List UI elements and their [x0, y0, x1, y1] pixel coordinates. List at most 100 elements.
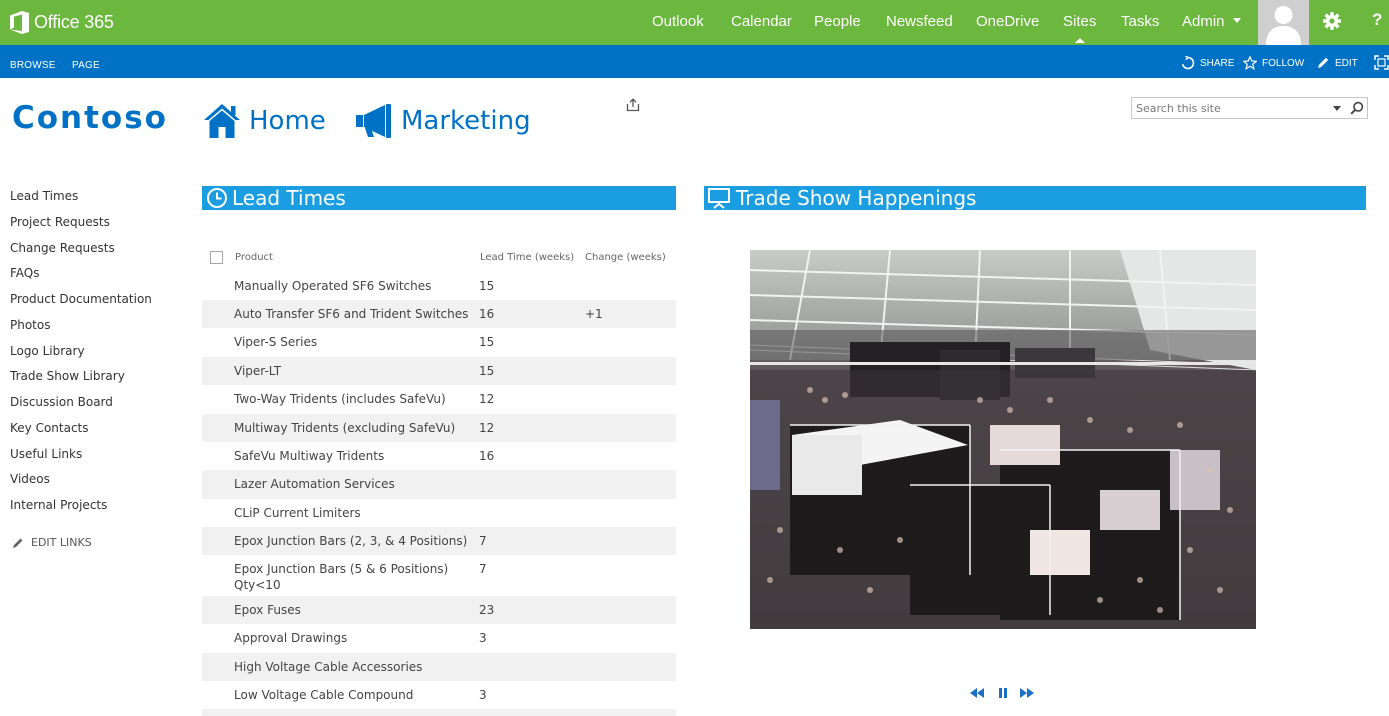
avatar[interactable]	[1258, 0, 1309, 45]
table-row[interactable]: High Voltage Cable Accessories	[202, 653, 676, 681]
presentation-icon	[708, 188, 730, 209]
table-row[interactable]: Epox Fuses 23	[202, 596, 676, 624]
table-row[interactable]: Multiway Tridents (excluding SafeVu) 12	[202, 414, 676, 442]
lead-times-title-bar: Lead Times	[202, 186, 676, 210]
top-nav-home-label: Home	[249, 106, 326, 136]
product-cell: Manually Operated SF6 Switches	[234, 279, 432, 293]
pause-icon[interactable]	[997, 686, 1009, 700]
quick-launch-useful-links[interactable]: Useful Links	[10, 447, 82, 461]
quick-launch-trade-show-library[interactable]: Trade Show Library	[10, 369, 125, 383]
product-cell: Epox Fuses	[234, 603, 301, 617]
chevron-down-icon[interactable]	[1333, 106, 1341, 111]
site-logo[interactable]: Contoso	[12, 100, 168, 136]
slideshow-controls	[969, 686, 1037, 702]
lead-time-cell: 7	[479, 534, 487, 548]
quick-launch-logo-library[interactable]: Logo Library	[10, 344, 85, 358]
table-row[interactable]: Approval Drawings 3	[202, 624, 676, 653]
quick-launch-project-requests[interactable]: Project Requests	[10, 215, 110, 229]
suite-link-tasks[interactable]: Tasks	[1121, 13, 1159, 30]
column-header-lead-time[interactable]: Lead Time (weeks)	[480, 252, 574, 263]
search-icon[interactable]	[1350, 101, 1364, 115]
person-icon	[1266, 6, 1301, 45]
lead-time-cell: 3	[479, 688, 487, 702]
quick-launch-discussion-board[interactable]: Discussion Board	[10, 395, 113, 409]
product-cell: Two-Way Tridents (includes SafeVu)	[234, 392, 446, 406]
quick-launch-change-requests[interactable]: Change Requests	[10, 241, 115, 255]
previous-icon[interactable]	[969, 686, 985, 700]
table-row[interactable]: SafeVu Multiway Tridents 16	[202, 442, 676, 470]
help-icon[interactable]: ?	[1372, 10, 1382, 30]
lead-time-cell: 15	[479, 335, 495, 349]
suite-link-outlook[interactable]: Outlook	[652, 13, 704, 30]
table-row[interactable]: Viper-S Series 15	[202, 328, 676, 357]
share-page-icon[interactable]	[626, 98, 640, 112]
product-cell: Low Voltage Cable Compound	[234, 688, 414, 702]
search-input[interactable]	[1136, 100, 1326, 116]
next-icon[interactable]	[1019, 686, 1035, 700]
lead-time-cell: 12	[479, 421, 495, 435]
follow-button[interactable]: FOLLOW	[1243, 56, 1304, 70]
product-cell: Lazer Automation Services	[234, 477, 395, 491]
top-nav-home[interactable]: Home	[203, 101, 326, 141]
suite-link-calendar[interactable]: Calendar	[731, 13, 792, 30]
pencil-icon	[13, 538, 23, 548]
quick-launch-product-documentation[interactable]: Product Documentation	[10, 292, 152, 306]
select-all-checkbox[interactable]	[210, 251, 223, 264]
table-row[interactable]: Epox Junction Bars (5 & 6 Positions) Qty…	[202, 555, 676, 596]
lead-time-cell: 12	[479, 392, 495, 406]
lead-time-cell: 16	[479, 307, 495, 321]
follow-label: FOLLOW	[1262, 57, 1305, 69]
edit-links-button[interactable]: EDIT LINKS	[12, 536, 92, 549]
product-cell: CLiP Current Limiters	[234, 506, 361, 520]
gear-icon[interactable]	[1322, 11, 1342, 31]
top-nav-marketing-label: Marketing	[401, 106, 531, 136]
focus-on-content-icon[interactable]	[1374, 55, 1389, 70]
table-row[interactable]: Auto Transfer SF6 and Trident Switches 1…	[202, 300, 676, 328]
search-box	[1131, 97, 1368, 119]
quick-launch-photos[interactable]: Photos	[10, 318, 50, 332]
table-row[interactable]: Manually Operated SF6 Switches 15	[202, 272, 676, 300]
quick-launch-faqs[interactable]: FAQs	[10, 266, 40, 280]
tab-page[interactable]: PAGE	[72, 60, 100, 71]
column-header-change[interactable]: Change (weeks)	[585, 252, 666, 263]
suite-link-onedrive[interactable]: OneDrive	[976, 13, 1039, 30]
table-row[interactable]: Viper-LT 15	[202, 357, 676, 385]
suite-link-admin[interactable]: Admin	[1182, 13, 1241, 30]
product-cell: Epox Junction Bars (5 & 6 Positions) Qty…	[234, 562, 449, 592]
product-cell: SafeVu Multiway Tridents	[234, 449, 385, 463]
quick-launch-videos[interactable]: Videos	[10, 472, 50, 486]
suite-link-newsfeed[interactable]: Newsfeed	[886, 13, 953, 30]
table-row[interactable]: Low Voltage Cable Compound 3	[202, 681, 676, 709]
table-row[interactable]: Lazer Automation Services	[202, 470, 676, 499]
top-nav-marketing[interactable]: Marketing	[355, 101, 531, 141]
lead-times-title[interactable]: Lead Times	[232, 186, 346, 210]
star-icon	[1243, 56, 1257, 70]
trade-show-title[interactable]: Trade Show Happenings	[736, 186, 976, 210]
product-cell: Epox Junction Bars (2, 3, & 4 Positions)	[234, 534, 468, 548]
trade-show-photo[interactable]	[750, 250, 1256, 629]
edit-label: EDIT	[1335, 57, 1358, 69]
product-cell: Approval Drawings	[234, 631, 348, 645]
lead-time-cell: 16	[479, 449, 495, 463]
suite-bar: Office 365 Outlook Calendar People Newsf…	[0, 0, 1389, 45]
office365-logo[interactable]: Office 365	[10, 8, 114, 36]
suite-link-people[interactable]: People	[814, 13, 861, 30]
table-row[interactable]: Epox Junction Bars (2, 3, & 4 Positions)…	[202, 527, 676, 555]
suite-link-sites[interactable]: Sites	[1063, 13, 1096, 43]
quick-launch-internal-projects[interactable]: Internal Projects	[10, 498, 107, 512]
share-button[interactable]: SHARE	[1181, 56, 1234, 70]
change-cell: +1	[585, 307, 603, 321]
lead-time-cell: 23	[479, 603, 495, 617]
quick-launch-key-contacts[interactable]: Key Contacts	[10, 421, 89, 435]
admin-label: Admin	[1182, 13, 1225, 30]
tab-browse[interactable]: BROWSE	[10, 60, 56, 71]
edit-button[interactable]: EDIT	[1316, 56, 1358, 70]
lead-times-header: Product Lead Time (weeks) Change (weeks)	[202, 244, 676, 272]
table-row[interactable]: Two-Way Tridents (includes SafeVu) 12	[202, 385, 676, 414]
lead-time-cell: 15	[479, 364, 495, 378]
table-row[interactable]: CLiP Current Limiters	[202, 499, 676, 527]
quick-launch-lead-times[interactable]: Lead Times	[10, 189, 78, 203]
office-icon	[10, 10, 29, 34]
lead-time-cell: 3	[479, 631, 487, 645]
column-header-product[interactable]: Product	[235, 252, 273, 263]
